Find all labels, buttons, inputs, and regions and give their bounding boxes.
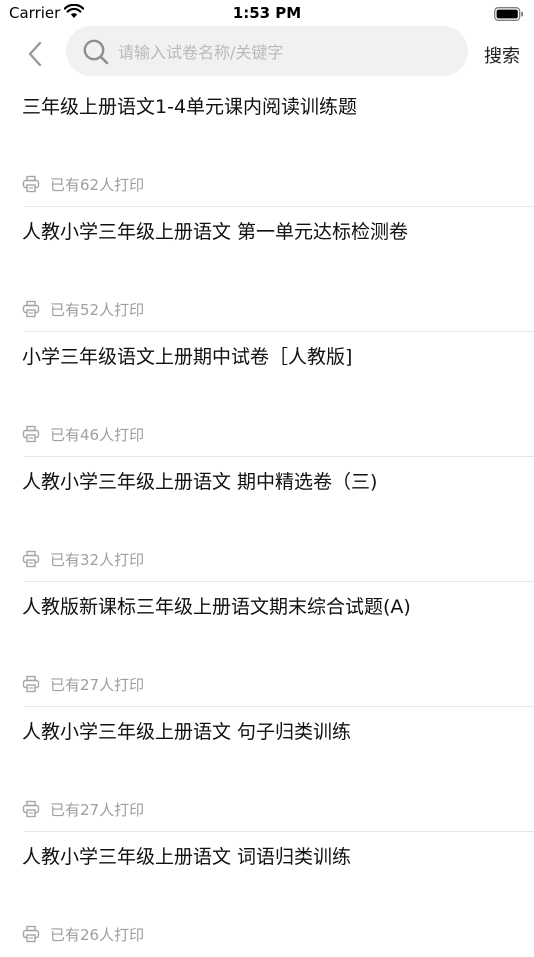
paper-title: 人教版新课标三年级上册语文期末综合试题(A): [22, 596, 411, 618]
print-count: 已有52人打印: [22, 299, 144, 319]
battery-icon: [494, 6, 524, 25]
printer-icon: [22, 925, 40, 943]
print-count-label: 已有46人打印: [50, 425, 145, 444]
search-button[interactable]: 搜索: [484, 42, 520, 68]
printer-icon: [22, 800, 40, 818]
paper-title: 人教小学三年级上册语文 第一单元达标检测卷: [22, 221, 409, 243]
list-item[interactable]: 人教小学三年级上册语文 期中精选卷（三) 已有32人打印: [0, 457, 534, 582]
paper-list: 三年级上册语文1-4单元课内阅读训练题 已有62人打印 人教小学三年级上册语文 …: [0, 82, 534, 957]
list-item[interactable]: 人教小学三年级上册语文 句子归类训练 已有27人打印: [0, 707, 534, 832]
printer-icon: [22, 175, 40, 193]
list-item[interactable]: 小学三年级语文上册期中试卷［人教版] 已有46人打印: [0, 332, 534, 457]
list-item[interactable]: 人教小学三年级上册语文 词语归类训练 已有26人打印: [0, 832, 534, 957]
print-count-label: 已有27人打印: [50, 800, 145, 819]
print-count: 已有62人打印: [22, 174, 144, 194]
printer-icon: [22, 675, 40, 693]
chevron-left-icon: [28, 41, 42, 67]
printer-icon: [22, 550, 40, 568]
clock: 1:53 PM: [232, 4, 302, 22]
print-count: 已有27人打印: [22, 799, 144, 819]
paper-title: 人教小学三年级上册语文 词语归类训练: [22, 846, 352, 868]
back-button[interactable]: [24, 40, 48, 68]
paper-title: 三年级上册语文1-4单元课内阅读训练题: [22, 96, 358, 118]
printer-icon: [22, 425, 40, 443]
print-count-label: 已有32人打印: [50, 550, 145, 569]
print-count: 已有46人打印: [22, 424, 144, 444]
print-count: 已有27人打印: [22, 674, 144, 694]
print-count-label: 已有52人打印: [50, 300, 145, 319]
search-icon: [82, 38, 110, 70]
print-count: 已有32人打印: [22, 549, 144, 569]
paper-title: 人教小学三年级上册语文 句子归类训练: [22, 721, 352, 743]
print-count-label: 已有27人打印: [50, 675, 145, 694]
search-nav-bar: 搜索: [0, 24, 534, 80]
print-count-label: 已有26人打印: [50, 925, 145, 944]
list-item[interactable]: 三年级上册语文1-4单元课内阅读训练题 已有62人打印: [0, 82, 534, 207]
search-box[interactable]: [66, 26, 468, 78]
print-count-label: 已有62人打印: [50, 175, 145, 194]
paper-title: 小学三年级语文上册期中试卷［人教版]: [22, 346, 353, 368]
paper-title: 人教小学三年级上册语文 期中精选卷（三): [22, 471, 378, 493]
print-count: 已有26人打印: [22, 924, 144, 944]
search-input[interactable]: [116, 26, 460, 78]
list-item[interactable]: 人教版新课标三年级上册语文期末综合试题(A) 已有27人打印: [0, 582, 534, 707]
printer-icon: [22, 300, 40, 318]
list-item[interactable]: 人教小学三年级上册语文 第一单元达标检测卷 已有52人打印: [0, 207, 534, 332]
